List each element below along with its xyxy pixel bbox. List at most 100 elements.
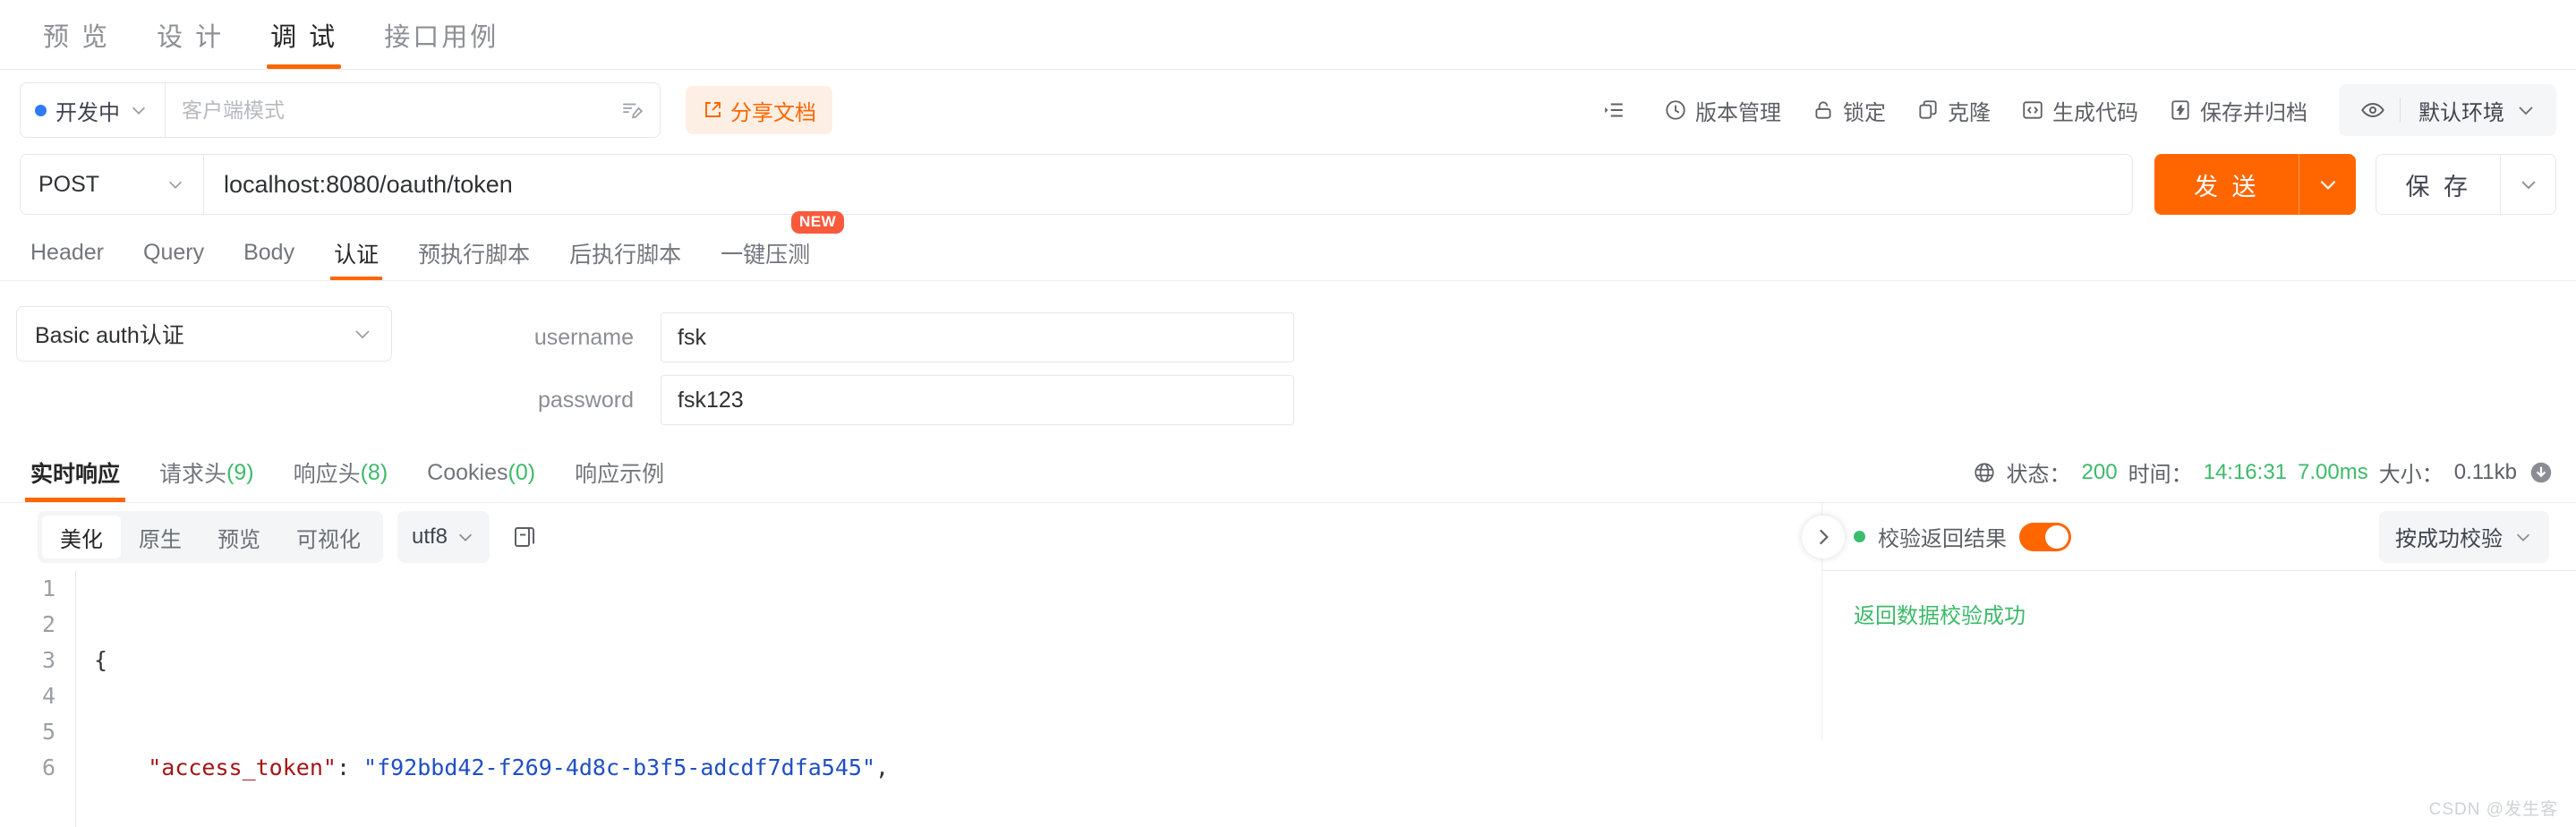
send-button[interactable]: 发 送 bbox=[2154, 154, 2357, 215]
meta-toolbar: 开发中 分享文档 bbox=[0, 70, 2576, 150]
chevron-down-icon bbox=[2521, 181, 2536, 190]
auth-fields: username password bbox=[482, 306, 1294, 433]
request-tab-header[interactable]: Header bbox=[11, 226, 124, 280]
response-tab-request-headers[interactable]: 请求头 (9) bbox=[140, 443, 274, 502]
edit-lines-icon[interactable] bbox=[604, 83, 660, 137]
globe-icon bbox=[1974, 462, 1994, 482]
share-doc-button[interactable]: 分享文档 bbox=[686, 86, 832, 134]
request-tab-label: 后执行脚本 bbox=[569, 242, 682, 268]
request-url-input[interactable] bbox=[204, 154, 2133, 215]
response-tab-live[interactable]: 实时响应 bbox=[11, 443, 140, 502]
lock-button[interactable]: 锁定 bbox=[1796, 86, 1901, 134]
top-tab-label: 接口用例 bbox=[384, 22, 499, 52]
chevron-down-icon bbox=[168, 181, 183, 189]
auth-type-label: Basic auth认证 bbox=[35, 323, 184, 348]
http-method-label: POST bbox=[38, 171, 100, 197]
validation-mode-select[interactable]: 按成功校验 bbox=[2379, 510, 2549, 563]
response-tab-response-headers[interactable]: 响应头 (8) bbox=[274, 443, 408, 502]
format-tab-raw[interactable]: 原生 bbox=[121, 516, 200, 558]
encoding-select[interactable]: utf8 bbox=[397, 511, 490, 563]
clock-icon bbox=[1666, 100, 1685, 120]
format-tab-visualize[interactable]: 可视化 bbox=[278, 516, 379, 558]
format-tab-preview[interactable]: 预览 bbox=[200, 516, 278, 558]
chevron-down-icon bbox=[355, 330, 370, 339]
response-status-line: 状态： 200 时间： 14:16:31 7.00ms 大小： 0.11kb bbox=[1973, 456, 2576, 502]
response-tab-count: (8) bbox=[360, 459, 388, 485]
chevron-right-icon bbox=[1819, 529, 1829, 545]
clone-button[interactable]: 克隆 bbox=[1901, 86, 2006, 134]
auth-type-select[interactable]: Basic auth认证 bbox=[16, 306, 392, 362]
copy-icon bbox=[515, 527, 535, 547]
copy-response-button[interactable] bbox=[504, 516, 545, 558]
response-tab-label: 实时响应 bbox=[30, 462, 121, 487]
save-archive-button[interactable]: 保存并归档 bbox=[2154, 86, 2323, 134]
api-status-label: 开发中 bbox=[55, 100, 120, 125]
chevron-down-icon bbox=[458, 533, 473, 541]
request-tab-label: Query bbox=[143, 240, 205, 265]
json-response-viewer[interactable]: 1 2 3 4 5 6 { "access_token": "f92bbd42-… bbox=[0, 571, 1821, 827]
collapse-panel-button[interactable] bbox=[1802, 516, 1845, 558]
download-icon[interactable] bbox=[2528, 459, 2555, 486]
validation-mode-label: 按成功校验 bbox=[2395, 527, 2503, 551]
validation-title: 校验返回结果 bbox=[1878, 527, 2007, 551]
response-size-value: 0.11kb bbox=[2453, 459, 2517, 484]
line-number: 3 bbox=[41, 647, 55, 673]
status-code-value: 200 bbox=[2081, 459, 2118, 484]
line-number-gutter: 1 2 3 4 5 6 bbox=[0, 571, 75, 827]
request-tab-pre-script[interactable]: 预执行脚本 bbox=[398, 226, 550, 280]
chevron-down-icon bbox=[2516, 533, 2530, 541]
request-tab-stress-test[interactable]: 一键压测 NEW bbox=[701, 211, 845, 280]
validation-toggle[interactable] bbox=[2019, 522, 2071, 551]
top-tab-cases[interactable]: 接口用例 bbox=[361, 0, 522, 69]
format-tab-beautify[interactable]: 美化 bbox=[42, 516, 121, 558]
top-tab-debug[interactable]: 调 试 bbox=[247, 0, 361, 69]
top-tab-design[interactable]: 设 计 bbox=[133, 0, 247, 69]
api-status-dropdown[interactable]: 开发中 bbox=[21, 83, 166, 137]
response-time-label: 时间： bbox=[2128, 463, 2193, 487]
save-request-label: 保 存 bbox=[2405, 173, 2471, 200]
send-button-label: 发 送 bbox=[2193, 173, 2260, 200]
request-tab-label: 一键压测 bbox=[721, 242, 811, 268]
username-input[interactable] bbox=[661, 312, 1294, 362]
top-tab-label: 设 计 bbox=[157, 22, 225, 52]
format-tab-label: 原生 bbox=[139, 527, 182, 552]
status-dot-icon bbox=[35, 104, 47, 116]
format-tab-label: 可视化 bbox=[296, 527, 361, 552]
version-manage-button[interactable]: 版本管理 bbox=[1649, 86, 1796, 134]
toolbar-list-button[interactable] bbox=[1587, 86, 1649, 134]
lock-open-icon bbox=[1815, 101, 1831, 119]
response-duration-value: 7.00ms bbox=[2298, 459, 2368, 484]
response-tab-count: (9) bbox=[226, 459, 254, 485]
version-manage-label: 版本管理 bbox=[1695, 100, 1781, 125]
response-tab-cookies[interactable]: Cookies (0) bbox=[407, 443, 555, 502]
request-url-bar: POST 发 送 保 存 bbox=[20, 154, 2556, 215]
chevron-down-icon bbox=[2320, 180, 2336, 190]
api-name-input[interactable] bbox=[166, 83, 604, 137]
generate-code-button[interactable]: 生成代码 bbox=[2006, 86, 2154, 134]
response-tab-examples[interactable]: 响应示例 bbox=[555, 443, 684, 502]
request-tab-body[interactable]: Body bbox=[224, 226, 314, 280]
toolbar-actions: 版本管理 锁定 克隆 生成代码 保存并归档 bbox=[1587, 86, 2323, 134]
response-tab-count: (0) bbox=[508, 459, 536, 485]
code-line: { bbox=[94, 647, 108, 673]
http-method-select[interactable]: POST bbox=[20, 154, 204, 215]
code-brackets-icon bbox=[2023, 101, 2043, 119]
top-tab-preview[interactable]: 预 览 bbox=[20, 0, 133, 69]
format-segmented-control: 美化 原生 预览 可视化 bbox=[38, 511, 383, 563]
request-tab-post-script[interactable]: 后执行脚本 bbox=[550, 226, 701, 280]
save-request-button[interactable]: 保 存 bbox=[2376, 154, 2556, 215]
format-tab-label: 美化 bbox=[60, 527, 103, 552]
top-tab-label: 预 览 bbox=[43, 22, 111, 52]
send-options-caret[interactable] bbox=[2299, 154, 2356, 215]
auth-field-row: username bbox=[482, 306, 1294, 369]
chevron-down-icon bbox=[2515, 99, 2549, 121]
password-input[interactable] bbox=[661, 375, 1294, 425]
eye-icon[interactable] bbox=[2346, 98, 2400, 123]
environment-selector[interactable]: 默认环境 bbox=[2339, 84, 2556, 136]
request-tab-auth[interactable]: 认证 bbox=[314, 226, 398, 280]
save-options-caret[interactable] bbox=[2500, 155, 2555, 214]
response-tab-label: 响应头 bbox=[293, 462, 361, 487]
response-time-value: 14:16:31 bbox=[2203, 459, 2288, 484]
request-tab-query[interactable]: Query bbox=[124, 226, 224, 280]
line-number: 2 bbox=[41, 611, 55, 637]
